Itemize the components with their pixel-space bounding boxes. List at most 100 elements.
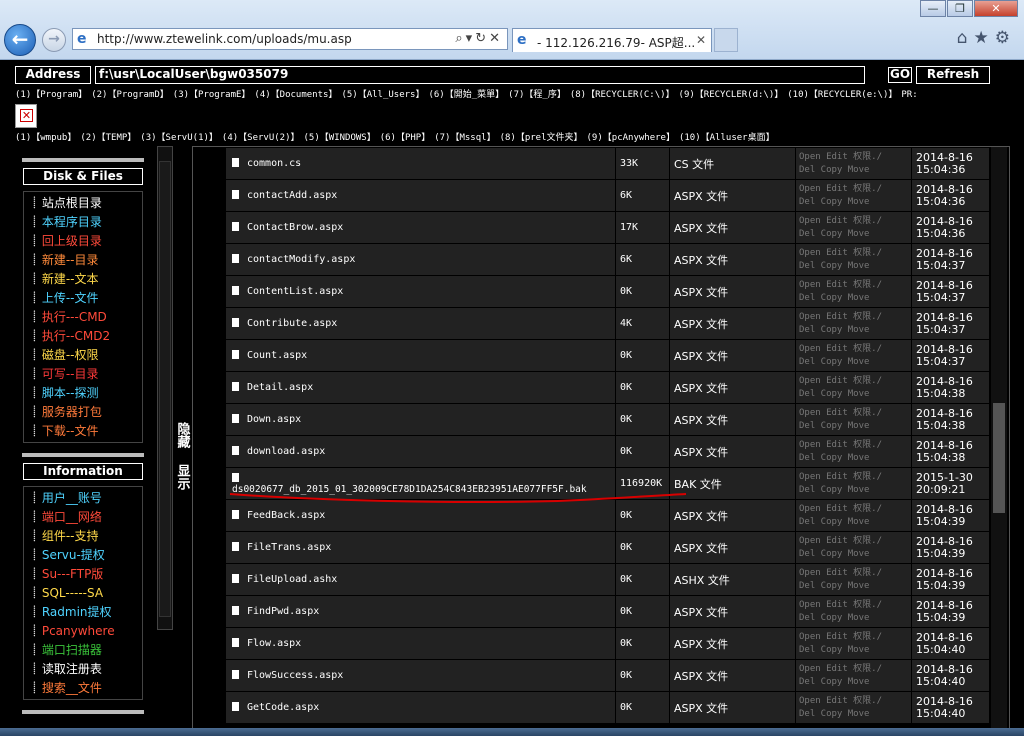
file-actions-secondary[interactable]: Del Copy Move <box>799 389 869 399</box>
quick-link[interactable]: (8)【RECYCLER(C:\)】 <box>570 90 675 100</box>
sidebar-menu-item[interactable]: ⸽ 执行--CMD2 <box>24 326 142 345</box>
quick-link[interactable]: (1)【wmpub】 <box>15 133 76 143</box>
file-actions[interactable]: Open Edit 权限./ Del Copy Move <box>795 339 912 372</box>
file-actions[interactable]: Open Edit 权限./ Del Copy Move <box>795 243 912 276</box>
file-actions[interactable]: Open Edit 权限./ Del Copy Move <box>795 147 912 180</box>
sidebar-menu-item[interactable]: ⸽ 下载--文件 <box>24 421 142 440</box>
file-actions-secondary[interactable]: Del Copy Move <box>799 709 869 719</box>
file-actions-primary[interactable]: Open Edit 权限./ <box>799 600 882 610</box>
file-actions-secondary[interactable]: Del Copy Move <box>799 613 869 623</box>
file-name[interactable]: Detail.aspx <box>247 382 313 393</box>
file-actions-secondary[interactable]: Del Copy Move <box>799 293 869 303</box>
file-actions[interactable]: Open Edit 权限./ Del Copy Move <box>795 371 912 404</box>
file-actions[interactable]: Open Edit 权限./ Del Copy Move <box>795 435 912 468</box>
file-actions-secondary[interactable]: Del Copy Move <box>799 453 869 463</box>
sidebar-menu-item[interactable]: ⸽ 可写--目录 <box>24 364 142 383</box>
quick-link[interactable]: (5)【All_Users】 <box>341 90 424 100</box>
file-actions-secondary[interactable]: Del Copy Move <box>799 517 869 527</box>
file-name-cell[interactable]: GetCode.aspx <box>225 691 616 724</box>
file-actions-secondary[interactable]: Del Copy Move <box>799 357 869 367</box>
file-actions-primary[interactable]: Open Edit 权限./ <box>799 536 882 546</box>
file-actions-secondary[interactable]: Del Copy Move <box>799 421 869 431</box>
sidebar-menu-item[interactable]: ⸽ Pcanywhere <box>24 621 142 640</box>
quick-link[interactable]: (10)【RECYCLER(e:\)】 <box>787 90 897 100</box>
quick-link[interactable]: (2)【TEMP】 <box>80 133 136 143</box>
file-actions[interactable]: Open Edit 权限./ Del Copy Move <box>795 179 912 212</box>
file-name[interactable]: GetCode.aspx <box>247 702 319 713</box>
file-name[interactable]: FindPwd.aspx <box>247 606 319 617</box>
show-label[interactable]: 显示 <box>175 464 190 490</box>
quick-link[interactable]: (4)【ServU(2)】 <box>222 133 300 143</box>
file-actions-secondary[interactable]: Del Copy Move <box>799 197 869 207</box>
file-actions[interactable]: Open Edit 权限./ Del Copy Move <box>795 531 912 564</box>
quick-link[interactable]: (6)【PHP】 <box>380 133 431 143</box>
file-name[interactable]: download.aspx <box>247 446 325 457</box>
file-actions-primary[interactable]: Open Edit 权限./ <box>799 664 882 674</box>
file-actions[interactable]: Open Edit 权限./ Del Copy Move <box>795 627 912 660</box>
file-name-cell[interactable]: Count.aspx <box>225 339 616 372</box>
file-name-cell[interactable]: Down.aspx <box>225 403 616 436</box>
sidebar-menu-item[interactable]: ⸽ 回上级目录 <box>24 231 142 250</box>
quick-link[interactable]: PR: <box>901 90 917 100</box>
sidebar-menu-item[interactable]: ⸽ 站点根目录 <box>24 193 142 212</box>
file-actions-primary[interactable]: Open Edit 权限./ <box>799 632 882 642</box>
file-actions-primary[interactable]: Open Edit 权限./ <box>799 152 882 162</box>
file-name[interactable]: FlowSuccess.aspx <box>247 670 343 681</box>
file-name-cell[interactable]: Detail.aspx <box>225 371 616 404</box>
file-actions[interactable]: Open Edit 权限./ Del Copy Move <box>795 307 912 340</box>
file-name-cell[interactable]: ContactBrow.aspx <box>225 211 616 244</box>
file-actions[interactable]: Open Edit 权限./ Del Copy Move <box>795 499 912 532</box>
file-actions-secondary[interactable]: Del Copy Move <box>799 677 869 687</box>
sidebar-menu-item[interactable]: ⸽ 搜索__文件 <box>24 678 142 697</box>
new-tab-button[interactable] <box>714 28 738 52</box>
file-name[interactable]: Down.aspx <box>247 414 301 425</box>
sidebar-menu-item[interactable]: ⸽ 本程序目录 <box>24 212 142 231</box>
tab-close-icon[interactable]: ✕ <box>696 33 706 47</box>
go-button[interactable]: GO <box>888 67 912 83</box>
sidebar-menu-item[interactable]: ⸽ 新建--文本 <box>24 269 142 288</box>
sidebar-menu-item[interactable]: ⸽ 端口__网络 <box>24 507 142 526</box>
file-name[interactable]: FileTrans.aspx <box>247 542 331 553</box>
close-window-button[interactable]: ✕ <box>974 0 1018 17</box>
file-name-cell[interactable]: FlowSuccess.aspx <box>225 659 616 692</box>
maximize-button[interactable]: ❐ <box>947 0 973 17</box>
quick-link[interactable]: (1)【Program】 <box>15 90 87 100</box>
sidebar-menu-item[interactable]: ⸽ 组件--支持 <box>24 526 142 545</box>
file-actions-primary[interactable]: Open Edit 权限./ <box>799 280 882 290</box>
sidebar-menu-item[interactable]: ⸽ 用户__账号 <box>24 488 142 507</box>
file-name[interactable]: FileUpload.ashx <box>247 574 337 585</box>
file-actions-primary[interactable]: Open Edit 权限./ <box>799 408 882 418</box>
quick-link[interactable]: (9)【pcAnywhere】 <box>587 133 675 143</box>
quick-link[interactable]: (2)【ProgramD】 <box>91 90 169 100</box>
file-name-cell[interactable]: FindPwd.aspx <box>225 595 616 628</box>
file-list-scrollbar[interactable] <box>991 147 1007 735</box>
file-name[interactable]: contactAdd.aspx <box>247 190 337 201</box>
sidebar-menu-item[interactable]: ⸽ 读取注册表 <box>24 659 142 678</box>
file-name-cell[interactable]: Flow.aspx <box>225 627 616 660</box>
forward-button[interactable]: → <box>42 28 66 52</box>
quick-link[interactable]: (7)【程_序】 <box>508 90 566 100</box>
back-button[interactable]: ← <box>4 24 36 56</box>
file-actions-primary[interactable]: Open Edit 权限./ <box>799 472 882 482</box>
hide-show-toggle[interactable]: 隐藏 显示 <box>173 422 191 490</box>
file-actions[interactable]: Open Edit 权限./ Del Copy Move <box>795 467 912 500</box>
sidebar-menu-item[interactable]: ⸽ 新建--目录 <box>24 250 142 269</box>
file-actions-primary[interactable]: Open Edit 权限./ <box>799 248 882 258</box>
file-name-cell[interactable]: contactAdd.aspx <box>225 179 616 212</box>
file-actions[interactable]: Open Edit 权限./ Del Copy Move <box>795 595 912 628</box>
file-name-cell[interactable]: FileTrans.aspx <box>225 531 616 564</box>
quick-link[interactable]: (7)【Mssql】 <box>434 133 495 143</box>
sidebar-menu-item[interactable]: ⸽ Su---FTP版 <box>24 564 142 583</box>
file-name-cell[interactable]: common.cs <box>225 147 616 180</box>
file-actions[interactable]: Open Edit 权限./ Del Copy Move <box>795 691 912 724</box>
file-name-cell[interactable]: contactModify.aspx <box>225 243 616 276</box>
sidebar-menu-item[interactable]: ⸽ 上传--文件 <box>24 288 142 307</box>
file-actions-secondary[interactable]: Del Copy Move <box>799 485 869 495</box>
file-actions[interactable]: Open Edit 权限./ Del Copy Move <box>795 563 912 596</box>
file-name[interactable]: common.cs <box>247 158 301 169</box>
quick-link[interactable]: (3)【ServU(1)】 <box>140 133 218 143</box>
file-name[interactable]: Contribute.aspx <box>247 318 337 329</box>
file-actions-primary[interactable]: Open Edit 权限./ <box>799 216 882 226</box>
file-actions-secondary[interactable]: Del Copy Move <box>799 165 869 175</box>
file-name-cell[interactable]: Contribute.aspx <box>225 307 616 340</box>
